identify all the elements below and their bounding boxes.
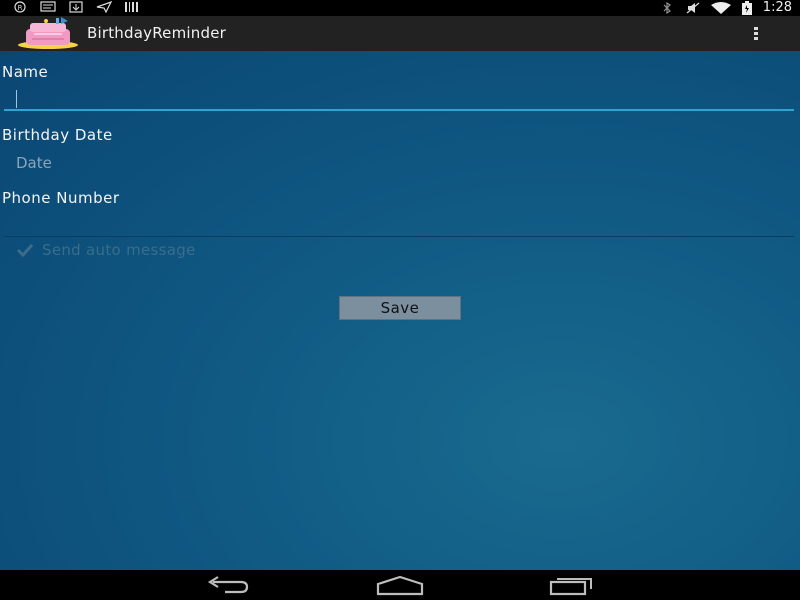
svg-text:R: R: [18, 4, 23, 12]
form-content: Name Birthday Date Phone Number Send aut…: [0, 51, 800, 570]
send-auto-message-checkbox[interactable]: Send auto message: [16, 241, 196, 259]
mute-icon: [686, 2, 700, 14]
back-icon[interactable]: [205, 574, 251, 596]
wifi-icon: [710, 2, 731, 14]
barcode-icon: [125, 2, 138, 12]
checkmark-icon: [16, 243, 34, 257]
bluetooth-icon: [663, 2, 671, 14]
birthday-label: Birthday Date: [2, 126, 113, 144]
app-title: BirthdayReminder: [87, 24, 226, 42]
status-bar: R 1:28: [0, 0, 800, 16]
phone-input-underline: [4, 236, 794, 237]
phone-number-input[interactable]: [4, 211, 794, 237]
navigation-bar: [0, 570, 800, 600]
registered-icon: R: [14, 1, 26, 13]
text-cursor: [16, 90, 17, 108]
phone-label: Phone Number: [2, 189, 120, 207]
save-button[interactable]: Save: [339, 296, 461, 320]
home-icon[interactable]: [376, 574, 424, 596]
name-input-underline: [4, 109, 794, 111]
battery-icon: [741, 1, 752, 15]
overflow-menu-icon[interactable]: [745, 23, 767, 45]
send-auto-message-label: Send auto message: [42, 241, 196, 259]
send-icon: [96, 1, 112, 13]
message-icon: [40, 1, 56, 12]
birthday-cake-icon: [18, 17, 78, 49]
birthday-date-input[interactable]: [4, 150, 794, 176]
action-bar: BirthdayReminder: [0, 16, 800, 51]
download-icon: [69, 1, 83, 13]
name-label: Name: [2, 63, 49, 81]
status-time: 1:28: [762, 0, 792, 15]
recent-apps-icon[interactable]: [549, 574, 595, 596]
